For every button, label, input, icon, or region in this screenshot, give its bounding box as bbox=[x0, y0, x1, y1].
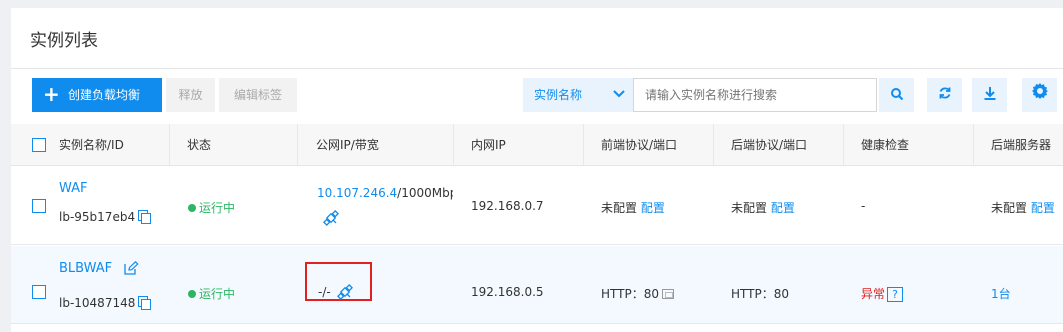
search-field-select[interactable]: 实例名称 bbox=[523, 78, 633, 112]
column-divider bbox=[583, 124, 584, 166]
private-ip: 192.168.0.7 bbox=[471, 199, 544, 213]
search-button[interactable] bbox=[879, 78, 914, 112]
servers-value: 未配置 bbox=[991, 201, 1028, 215]
table-row: BLBWAF lb-10487148 运行中 -/- 192.168.0.5 H… bbox=[11, 246, 1063, 324]
edit-tags-button[interactable]: 编辑标签 bbox=[219, 78, 297, 112]
gear-icon bbox=[1031, 83, 1048, 99]
backend-config-link[interactable]: 配置 bbox=[771, 201, 795, 215]
backend-servers-cell: 未配置 配置 bbox=[991, 199, 1055, 216]
frontend-cell: HTTP：80 bbox=[601, 285, 674, 302]
instance-name-link[interactable]: BLBWAF bbox=[59, 261, 112, 276]
header-backend-servers: 后端服务器 bbox=[991, 138, 1052, 152]
column-divider bbox=[297, 124, 298, 166]
instance-id-text: lb-95b17eb4 bbox=[59, 210, 136, 224]
refresh-icon bbox=[939, 87, 950, 99]
column-divider bbox=[843, 124, 844, 166]
column-divider bbox=[973, 124, 974, 166]
create-load-balancer-button[interactable]: + 创建负载均衡 bbox=[32, 78, 162, 112]
bind-eip-icon[interactable] bbox=[322, 209, 340, 230]
table-header: 实例名称/ID 状态 公网IP/带宽 内网IP 前端协议/端口 后端协议/端口 … bbox=[11, 124, 1063, 166]
chevron-down-icon bbox=[613, 78, 625, 112]
servers-count-link[interactable]: 1台 bbox=[991, 285, 1011, 302]
header-status: 状态 bbox=[187, 138, 212, 152]
title-divider bbox=[11, 68, 1063, 69]
frontend-value: 未配置 bbox=[601, 201, 638, 215]
column-divider bbox=[169, 124, 170, 166]
instance-id: lb-95b17eb4 bbox=[59, 210, 152, 224]
public-ip-cell: 10.107.246.4/1000Mbps bbox=[317, 186, 453, 200]
instance-name-link[interactable]: WAF bbox=[59, 181, 88, 196]
frontend-config-link[interactable]: 配置 bbox=[641, 201, 665, 215]
search-field-label: 实例名称 bbox=[534, 88, 583, 102]
download-button[interactable] bbox=[972, 78, 1007, 112]
backend-cell: 未配置 配置 bbox=[731, 199, 795, 216]
private-ip: 192.168.0.5 bbox=[471, 285, 544, 299]
search-icon bbox=[890, 88, 903, 101]
header-public-ip: 公网IP/带宽 bbox=[316, 138, 379, 152]
header-private-ip: 内网IP bbox=[471, 138, 506, 152]
table-row: WAF lb-95b17eb4 运行中 10.107.246.4/1000Mbp… bbox=[11, 167, 1063, 245]
bind-eip-icon[interactable] bbox=[336, 283, 354, 304]
instance-id: lb-10487148 bbox=[59, 296, 152, 310]
row-checkbox[interactable] bbox=[32, 199, 46, 213]
copy-icon[interactable] bbox=[138, 296, 152, 310]
status-text: 运行中 bbox=[199, 287, 236, 301]
column-divider bbox=[713, 124, 714, 166]
instance-list-panel: 实例列表 + 创建负载均衡 释放 编辑标签 实例名称 实例名称/ID bbox=[11, 8, 1063, 332]
health-status-abnormal: 异常 bbox=[861, 287, 886, 301]
release-button[interactable]: 释放 bbox=[166, 78, 215, 112]
bandwidth-text: /1000Mbps bbox=[397, 186, 453, 200]
column-divider bbox=[453, 124, 454, 166]
refresh-button[interactable] bbox=[927, 78, 962, 112]
copy-icon[interactable] bbox=[138, 210, 152, 224]
search-input[interactable] bbox=[633, 78, 877, 112]
instance-id-text: lb-10487148 bbox=[59, 296, 136, 310]
frontend-cell: 未配置 配置 bbox=[601, 199, 665, 216]
status-cell: 运行中 bbox=[188, 285, 235, 302]
settings-button[interactable] bbox=[1022, 78, 1057, 112]
help-icon[interactable]: ? bbox=[887, 287, 904, 302]
status-text: 运行中 bbox=[199, 201, 236, 215]
header-name: 实例名称/ID bbox=[59, 138, 124, 152]
public-ip-link[interactable]: 10.107.246.4 bbox=[317, 186, 397, 200]
running-dot-icon bbox=[188, 290, 196, 298]
header-frontend: 前端协议/端口 bbox=[601, 138, 678, 152]
plus-icon: + bbox=[43, 82, 60, 106]
running-dot-icon bbox=[188, 204, 196, 212]
header-health: 健康检查 bbox=[861, 138, 910, 152]
frontend-value: HTTP：80 bbox=[601, 287, 659, 301]
download-icon bbox=[984, 87, 995, 100]
health-check: - bbox=[861, 199, 866, 213]
toolbar: + 创建负载均衡 释放 编辑标签 实例名称 bbox=[11, 78, 1063, 112]
public-ip-text: -/- bbox=[318, 285, 331, 299]
backend-value: HTTP：80 bbox=[731, 287, 789, 301]
row-checkbox[interactable] bbox=[32, 285, 46, 299]
page-title: 实例列表 bbox=[30, 31, 98, 51]
status-cell: 运行中 bbox=[188, 199, 235, 216]
health-cell: 异常? bbox=[861, 285, 904, 302]
servers-config-link[interactable]: 配置 bbox=[1031, 201, 1055, 215]
monitor-icon[interactable] bbox=[661, 289, 674, 299]
edit-icon[interactable] bbox=[124, 260, 139, 278]
backend-value: 未配置 bbox=[731, 201, 768, 215]
header-backend: 后端协议/端口 bbox=[731, 138, 808, 152]
select-all-checkbox[interactable] bbox=[32, 138, 46, 152]
